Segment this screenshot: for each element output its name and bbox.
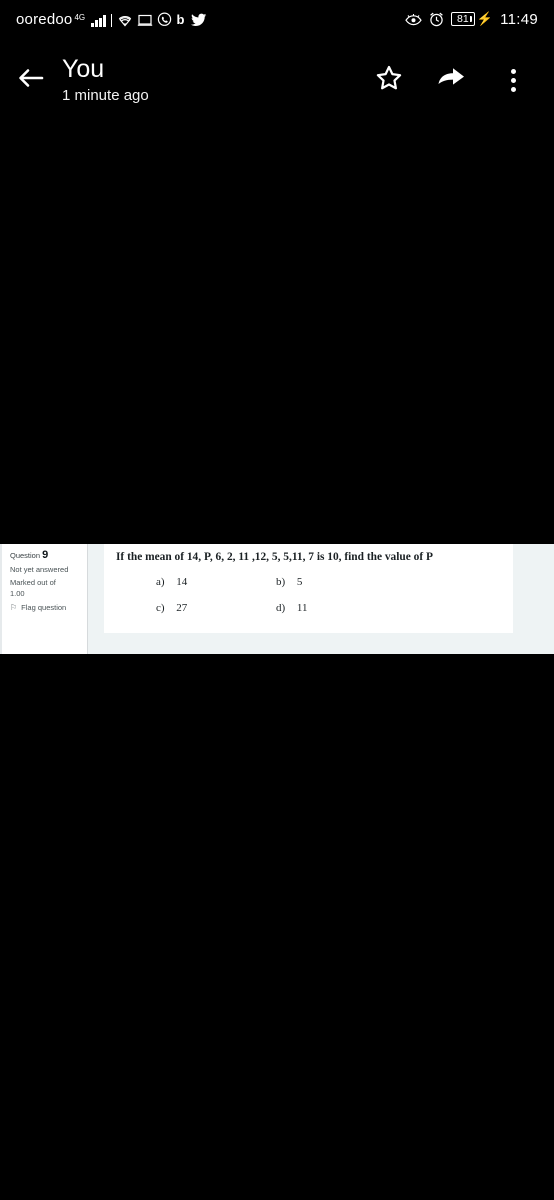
answer-options: a) 14 b) 5 c) 27 d) 11 bbox=[116, 576, 503, 615]
question-info-sidebar: Question 9 Not yet answered Marked out o… bbox=[0, 544, 88, 654]
option-d-label: d) bbox=[276, 602, 286, 614]
cast-screen-icon bbox=[137, 14, 153, 27]
option-a-label: a) bbox=[156, 576, 165, 588]
question-marks: Marked out of 1.00 bbox=[10, 578, 81, 599]
whatsapp-icon bbox=[157, 11, 172, 27]
battery-indicator: 81 bbox=[450, 12, 475, 26]
flag-icon: ⚐ bbox=[10, 603, 18, 612]
status-bar-right: 81 ⚡ 11:49 bbox=[405, 11, 538, 28]
favorite-button[interactable] bbox=[358, 49, 420, 111]
status-bar-left: ooredoo 4G b bbox=[16, 12, 207, 27]
flag-question-link[interactable]: ⚐ Flag question bbox=[10, 603, 81, 612]
carrier-name: ooredoo bbox=[16, 10, 73, 28]
marks-label: Marked out of bbox=[10, 578, 56, 587]
question-status: Not yet answered bbox=[10, 564, 69, 574]
timestamp-subtitle: 1 minute ago bbox=[62, 86, 149, 104]
svg-text:b: b bbox=[177, 12, 185, 27]
answer-row-1: a) 14 b) 5 bbox=[116, 576, 503, 589]
option-c-value: 27 bbox=[176, 602, 188, 614]
question-number: 9 bbox=[42, 549, 49, 561]
flag-question-label: Flag question bbox=[21, 603, 67, 612]
question-body: If the mean of 14, P, 6, 2, 11 ,12, 5, 5… bbox=[104, 544, 554, 654]
clock: 11:49 bbox=[500, 10, 538, 28]
option-c-label: c) bbox=[156, 602, 165, 614]
bitly-b-icon: b bbox=[176, 12, 187, 27]
share-button[interactable] bbox=[420, 49, 482, 111]
more-vertical-icon bbox=[510, 68, 516, 92]
option-a-value: 14 bbox=[176, 576, 188, 588]
status-bar: ooredoo 4G b 81 ⚡ 11:49 bbox=[0, 0, 554, 38]
signal-bars-icon bbox=[91, 14, 106, 27]
conversation-titles: You 1 minute ago bbox=[62, 54, 358, 107]
charging-bolt-icon: ⚡ bbox=[476, 11, 494, 26]
answer-option-c[interactable]: c) 27 bbox=[116, 602, 266, 615]
page-title: You bbox=[62, 54, 105, 83]
share-arrow-icon bbox=[436, 65, 466, 96]
question-number-row: Question 9 bbox=[10, 550, 81, 562]
app-bar: You 1 minute ago bbox=[0, 45, 554, 115]
question-gutter bbox=[88, 544, 104, 654]
back-button[interactable] bbox=[0, 65, 62, 96]
question-text: If the mean of 14, P, 6, 2, 11 ,12, 5, 5… bbox=[116, 551, 433, 563]
twitter-bird-icon bbox=[191, 12, 207, 27]
star-outline-icon bbox=[375, 64, 403, 97]
question-card: If the mean of 14, P, 6, 2, 11 ,12, 5, 5… bbox=[104, 544, 513, 633]
marks-value: 1.00 bbox=[10, 588, 25, 598]
alarm-clock-icon bbox=[429, 12, 444, 27]
signal-divider bbox=[110, 13, 113, 27]
shared-image-message[interactable]: Question 9 Not yet answered Marked out o… bbox=[0, 544, 554, 654]
app-screen: ooredoo 4G b 81 ⚡ 11:49 You 1 minute ago… bbox=[0, 0, 554, 1200]
back-arrow-icon bbox=[16, 65, 46, 96]
option-b-label: b) bbox=[276, 576, 286, 588]
app-bar-actions bbox=[358, 49, 554, 111]
option-d-value: 11 bbox=[296, 602, 308, 614]
network-type-label: 4G bbox=[74, 12, 86, 22]
battery-tip bbox=[469, 16, 472, 22]
option-b-value: 5 bbox=[296, 576, 303, 588]
answer-option-a[interactable]: a) 14 bbox=[116, 576, 266, 589]
question-label: Question bbox=[10, 551, 41, 560]
answer-option-b[interactable]: b) 5 bbox=[266, 576, 302, 589]
overflow-menu-button[interactable] bbox=[482, 49, 544, 111]
eye-icon bbox=[405, 13, 422, 26]
wifi-icon bbox=[117, 14, 133, 27]
answer-option-d[interactable]: d) 11 bbox=[266, 602, 308, 615]
answer-row-2: c) 27 d) 11 bbox=[116, 602, 503, 615]
